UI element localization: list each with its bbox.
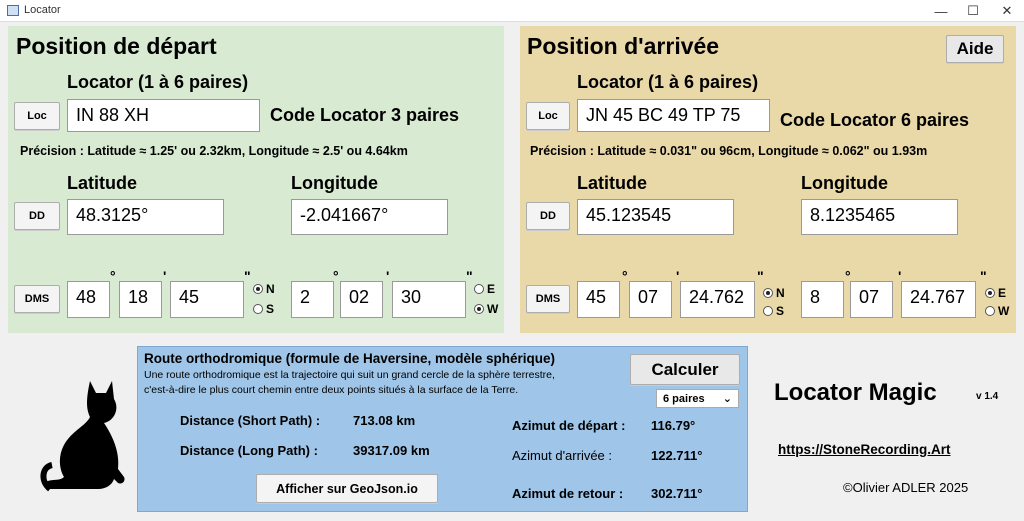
arrival-precision: Précision : Latitude ≈ 0.031" ou 96cm, L… — [530, 144, 928, 158]
geojson-button[interactable]: Afficher sur GeoJson.io — [256, 474, 438, 503]
azimuth-return-label: Azimut de retour : — [512, 486, 624, 501]
arrival-lat-min-input[interactable]: 07 — [629, 281, 672, 318]
title-bar — [0, 0, 1024, 22]
departure-lat-deg-symbol: ° — [110, 268, 116, 284]
departure-lat-min-symbol: ' — [163, 268, 167, 284]
window-title: Locator — [24, 4, 61, 16]
arrival-lon-min-input[interactable]: 07 — [850, 281, 893, 318]
arrival-south-radio[interactable]: S — [763, 304, 784, 318]
app-icon — [7, 5, 19, 16]
east-label: E — [487, 282, 496, 296]
departure-lat-label: Latitude — [67, 173, 137, 193]
azimuth-arrival-label: Azimut d'arrivée : — [512, 448, 613, 463]
arrival-locator-input[interactable]: JN 45 BC 49 TP 75 — [577, 99, 770, 132]
departure-lat-sec-input[interactable]: 45 — [170, 281, 244, 318]
north-label: N — [266, 282, 275, 296]
departure-code-text: Code Locator 3 paires — [270, 105, 460, 125]
pairs-select-value: 6 paires — [663, 392, 705, 405]
chevron-down-icon: ⌄ — [722, 393, 732, 405]
arrival-lat-min-symbol: ' — [676, 268, 680, 284]
app-name: Locator Magic — [774, 379, 937, 406]
departure-lat-sec-symbol: " — [244, 268, 251, 284]
website-link[interactable]: https://StoneRecording.Art — [778, 442, 951, 457]
radio-dot — [763, 288, 773, 298]
azimuth-return-value: 302.711° — [651, 486, 703, 501]
departure-lat-dd-input[interactable]: 48.3125° — [67, 199, 224, 235]
app-version: v 1.4 — [976, 391, 999, 402]
arrival-loc-button[interactable]: Loc — [526, 102, 570, 130]
departure-lon-min-symbol: ' — [386, 268, 390, 284]
departure-east-radio[interactable]: E — [474, 282, 495, 296]
copyright: ©Olivier ADLER 2025 — [843, 480, 969, 495]
west-label: W — [998, 304, 1010, 318]
close-button[interactable]: ✕ — [984, 0, 1024, 22]
pairs-select[interactable]: 6 paires ⌄ — [656, 389, 739, 408]
north-label: N — [776, 286, 785, 300]
long-path-label: Distance (Long Path) : — [180, 443, 318, 458]
arrival-lon-sec-symbol: " — [980, 268, 987, 284]
arrival-lat-dd-input[interactable]: 45.123545 — [577, 199, 734, 235]
long-path-value: 39317.09 km — [353, 443, 430, 458]
departure-title: Position de départ — [16, 33, 217, 59]
departure-lon-deg-input[interactable]: 2 — [291, 281, 334, 318]
departure-lon-label: Longitude — [291, 173, 378, 193]
arrival-east-radio[interactable]: E — [985, 286, 1006, 300]
arrival-code-text: Code Locator 6 paires — [780, 110, 970, 130]
azimuth-departure-value: 116.79° — [651, 418, 696, 433]
arrival-north-radio[interactable]: N — [763, 286, 785, 300]
departure-south-radio[interactable]: S — [253, 302, 274, 316]
arrival-lon-label: Longitude — [801, 173, 888, 193]
west-label: W — [487, 302, 499, 316]
departure-lon-sec-symbol: " — [466, 268, 473, 284]
departure-locator-input[interactable]: IN 88 XH — [67, 99, 260, 132]
short-path-value: 713.08 km — [353, 413, 416, 428]
departure-precision: Précision : Latitude ≈ 1.25' ou 2.32km, … — [20, 144, 408, 158]
south-label: S — [776, 304, 785, 318]
arrival-lat-sec-input[interactable]: 24.762 — [680, 281, 755, 318]
arrival-title: Position d'arrivée — [527, 33, 720, 59]
departure-lat-deg-input[interactable]: 48 — [67, 281, 110, 318]
short-path-label: Distance (Short Path) : — [180, 413, 321, 428]
route-description-line2: c'est-à-dire le plus court chemin entre … — [144, 384, 519, 396]
help-button[interactable]: Aide — [946, 35, 1004, 63]
departure-lon-min-input[interactable]: 02 — [340, 281, 383, 318]
radio-dot — [763, 306, 773, 316]
route-description-line1: Une route orthodromique est la trajectoi… — [144, 369, 555, 381]
arrival-lon-deg-input[interactable]: 8 — [801, 281, 844, 318]
departure-north-radio[interactable]: N — [253, 282, 275, 296]
azimuth-arrival-value: 122.711° — [651, 448, 703, 463]
arrival-lat-deg-input[interactable]: 45 — [577, 281, 620, 318]
departure-lat-min-input[interactable]: 18 — [119, 281, 162, 318]
south-label: S — [266, 302, 275, 316]
radio-dot — [474, 284, 484, 294]
radio-dot — [253, 304, 263, 314]
departure-loc-button[interactable]: Loc — [14, 102, 60, 130]
east-label: E — [998, 286, 1007, 300]
arrival-west-radio[interactable]: W — [985, 304, 1009, 318]
arrival-lat-deg-symbol: ° — [622, 268, 628, 284]
departure-dms-button[interactable]: DMS — [14, 285, 60, 313]
arrival-lat-label: Latitude — [577, 173, 647, 193]
departure-west-radio[interactable]: W — [474, 302, 498, 316]
calculate-button[interactable]: Calculer — [630, 354, 740, 385]
arrival-lon-sec-input[interactable]: 24.767 — [901, 281, 976, 318]
radio-dot — [985, 306, 995, 316]
departure-lon-sec-input[interactable]: 30 — [392, 281, 466, 318]
arrival-lat-sec-symbol: " — [757, 268, 764, 284]
departure-locator-label: Locator (1 à 6 paires) — [67, 72, 249, 92]
radio-dot — [985, 288, 995, 298]
arrival-dms-button[interactable]: DMS — [526, 285, 570, 313]
cat-logo-icon — [40, 381, 125, 492]
radio-dot — [474, 304, 484, 314]
azimuth-departure-label: Azimut de départ : — [512, 418, 626, 433]
radio-dot — [253, 284, 263, 294]
arrival-locator-label: Locator (1 à 6 paires) — [577, 72, 759, 92]
arrival-lon-dd-input[interactable]: 8.1235465 — [801, 199, 958, 235]
arrival-dd-button[interactable]: DD — [526, 202, 570, 230]
departure-lon-dd-input[interactable]: -2.041667° — [291, 199, 448, 235]
route-title: Route orthodromique (formule de Haversin… — [144, 351, 556, 366]
departure-dd-button[interactable]: DD — [14, 202, 60, 230]
